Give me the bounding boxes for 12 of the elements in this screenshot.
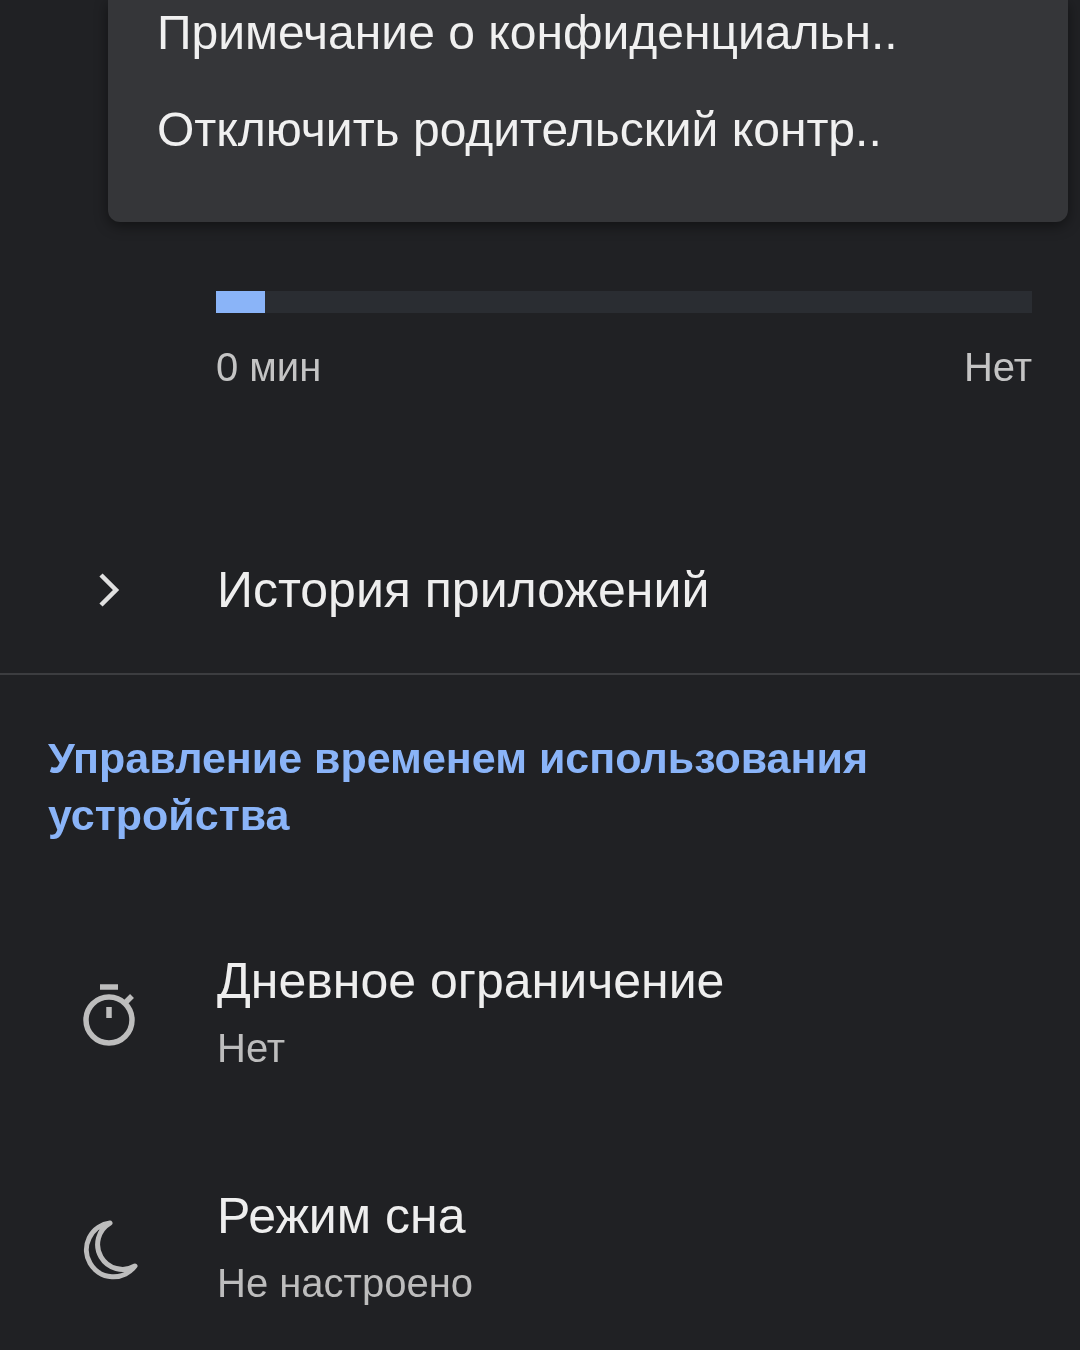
- section-heading: Управление временем использования устройства: [48, 733, 870, 841]
- timer-icon: [80, 983, 137, 1047]
- setting-title[interactable]: Дневное ограничение: [217, 948, 725, 1014]
- app-history-label[interactable]: История приложений: [217, 557, 710, 623]
- progress-start-label: 0 мин: [216, 344, 322, 391]
- setting-title[interactable]: Режим сна: [217, 1183, 466, 1249]
- menu-item[interactable]: Примечание о конфиденциальн..: [157, 0, 898, 66]
- setting-value: Не настроено: [217, 1260, 473, 1307]
- progress-end-label: Нет: [963, 344, 1032, 391]
- chevron-icon[interactable]: [96, 572, 121, 608]
- setting-value: Нет: [217, 1025, 286, 1072]
- menu-item[interactable]: Отключить родительский контр..: [157, 97, 882, 163]
